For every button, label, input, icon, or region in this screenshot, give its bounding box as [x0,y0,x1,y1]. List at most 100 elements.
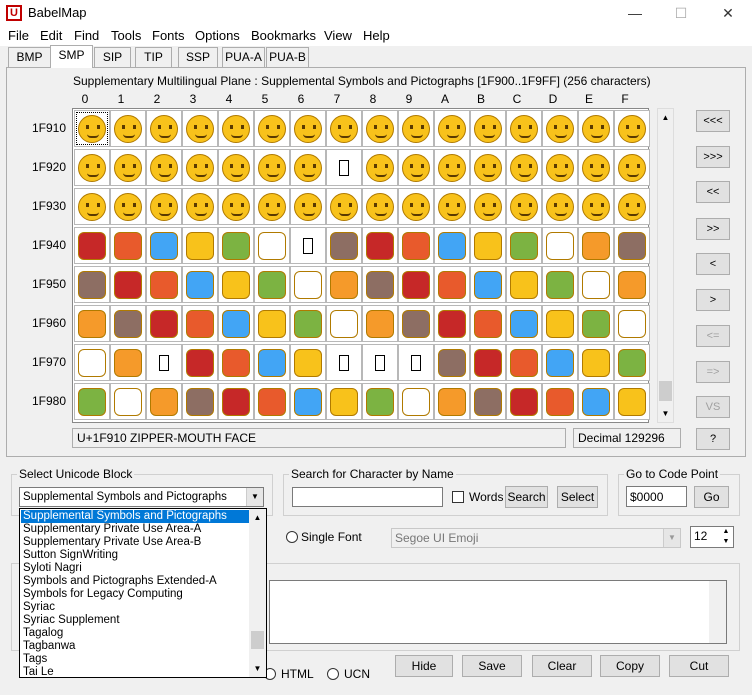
character-cell[interactable] [506,383,542,420]
character-cell[interactable] [182,266,218,303]
hide-button[interactable]: Hide [395,655,453,677]
dropdown-item[interactable]: Syriac Supplement [21,614,249,627]
character-cell[interactable] [290,149,326,186]
close-icon[interactable]: ✕ [705,0,751,26]
character-cell[interactable] [470,383,506,420]
character-cell[interactable] [542,344,578,381]
next-page-button[interactable]: > [696,289,730,311]
scroll-thumb[interactable] [659,381,672,401]
character-cell[interactable] [182,383,218,420]
tab-bmp[interactable]: BMP [8,47,51,67]
character-cell[interactable] [362,149,398,186]
character-cell[interactable] [506,110,542,147]
character-cell[interactable] [434,188,470,225]
dropdown-item[interactable]: Tagbanwa [21,640,249,653]
go-button[interactable]: Go [694,486,729,508]
chevron-down-icon[interactable]: ▼ [663,529,680,547]
character-cell[interactable] [614,149,650,186]
character-cell[interactable] [182,110,218,147]
character-cell[interactable] [326,149,362,186]
select-button[interactable]: Select [557,486,598,508]
character-cell[interactable] [614,227,650,264]
character-cell[interactable] [182,149,218,186]
character-cell[interactable] [326,266,362,303]
character-cell[interactable] [254,110,290,147]
character-cell[interactable] [290,383,326,420]
character-cell[interactable] [542,227,578,264]
character-cell[interactable] [578,188,614,225]
character-cell[interactable] [218,266,254,303]
save-button[interactable]: Save [462,655,522,677]
character-cell[interactable] [578,266,614,303]
menu-help[interactable]: Help [363,28,390,43]
character-cell[interactable] [398,305,434,342]
menu-find[interactable]: Find [74,28,99,43]
character-cell[interactable] [398,227,434,264]
character-cell[interactable] [110,305,146,342]
character-cell[interactable] [218,149,254,186]
character-cell[interactable] [146,149,182,186]
character-cell[interactable] [578,305,614,342]
prev-block-button[interactable]: << [696,181,730,203]
dropdown-scroll-thumb[interactable] [251,631,264,649]
character-cell[interactable] [254,344,290,381]
character-cell[interactable] [578,110,614,147]
dropdown-item[interactable]: Supplementary Private Use Area-B [21,536,249,549]
last-page-button[interactable]: >>> [696,146,730,168]
textarea-scrollbar[interactable] [709,581,726,643]
character-cell[interactable] [110,149,146,186]
dropdown-item[interactable]: Supplemental Symbols and Pictographs [21,510,249,523]
character-cell[interactable] [542,266,578,303]
character-cell[interactable] [254,188,290,225]
character-cell[interactable] [146,227,182,264]
character-cell[interactable] [146,305,182,342]
character-cell[interactable] [506,227,542,264]
character-cell[interactable] [290,344,326,381]
font-size-spinner[interactable]: 12 ▲ ▼ [690,526,734,548]
single-font-radio[interactable] [286,531,298,543]
scroll-down-icon[interactable]: ▼ [658,405,673,422]
character-cell[interactable] [146,188,182,225]
character-cell[interactable] [182,188,218,225]
forward-button[interactable]: => [696,361,730,383]
character-cell[interactable] [434,227,470,264]
character-cell[interactable] [110,344,146,381]
dropdown-item[interactable]: Syriac [21,601,249,614]
scroll-up-icon[interactable]: ▲ [658,109,673,126]
character-cell[interactable] [74,344,110,381]
character-cell[interactable] [434,266,470,303]
dropdown-item[interactable]: Syloti Nagri [21,562,249,575]
character-cell[interactable] [290,110,326,147]
character-cell[interactable] [614,305,650,342]
character-cell[interactable] [398,266,434,303]
character-cell[interactable] [110,266,146,303]
character-cell[interactable] [470,266,506,303]
character-cell[interactable] [362,227,398,264]
scroll-down-icon[interactable]: ▼ [250,660,265,677]
grid-scrollbar[interactable]: ▲ ▼ [657,108,674,423]
character-cell[interactable] [578,149,614,186]
character-cell[interactable] [470,227,506,264]
character-cell[interactable] [146,383,182,420]
character-cell[interactable] [290,305,326,342]
search-button[interactable]: Search [505,486,548,508]
character-cell[interactable] [434,149,470,186]
dropdown-item[interactable]: Sutton SignWriting [21,549,249,562]
character-cell[interactable] [218,110,254,147]
character-cell[interactable] [326,227,362,264]
character-cell[interactable] [362,344,398,381]
character-cell[interactable] [146,110,182,147]
character-cell[interactable] [614,266,650,303]
help-button[interactable]: ? [696,428,730,450]
character-cell[interactable] [254,149,290,186]
character-cell[interactable] [326,188,362,225]
character-cell[interactable] [506,149,542,186]
prev-page-button[interactable]: < [696,253,730,275]
dropdown-item[interactable]: Tagalog [21,627,249,640]
character-cell[interactable] [110,227,146,264]
character-cell[interactable] [290,188,326,225]
character-cell[interactable] [470,149,506,186]
character-cell[interactable] [182,305,218,342]
character-cell[interactable] [398,188,434,225]
font-select[interactable]: Segoe UI Emoji ▼ [391,528,681,548]
